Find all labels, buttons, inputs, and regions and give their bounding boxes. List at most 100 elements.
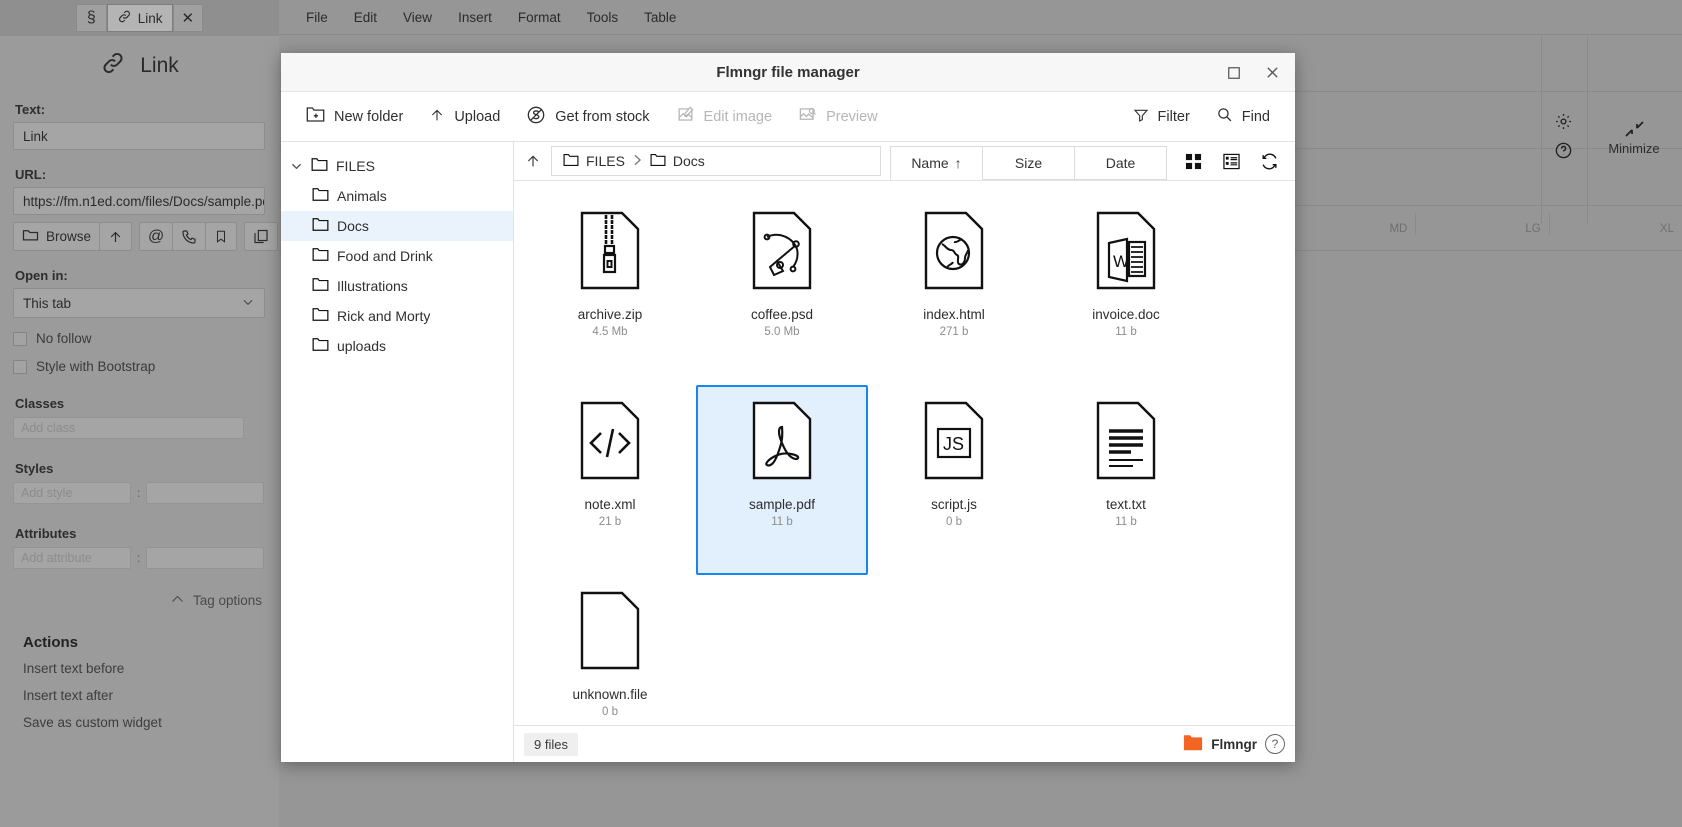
chevron-down-icon[interactable]: [289, 162, 303, 171]
new-folder-label: New folder: [334, 108, 404, 125]
edit-image-label: Edit image: [703, 108, 773, 125]
tree-node-uploads[interactable]: uploads: [281, 331, 513, 361]
phone-icon[interactable]: [172, 222, 207, 251]
link-icon: [117, 9, 132, 27]
get-from-stock-button[interactable]: Get from stock: [515, 98, 660, 136]
menu-insert[interactable]: Insert: [445, 0, 505, 35]
file-size: 271 b: [939, 326, 969, 338]
tree-node-illustrations[interactable]: Illustrations: [281, 271, 513, 301]
up-directory-button[interactable]: [514, 142, 551, 180]
chevron-down-icon: [241, 295, 255, 312]
file-name: script.js: [931, 497, 977, 512]
attribute-value-input[interactable]: [146, 547, 265, 569]
tree-node-rick-and-morty[interactable]: Rick and Morty: [281, 301, 513, 331]
file-item-invoice-doc[interactable]: W invoice.doc 11 b: [1040, 195, 1212, 385]
file-item-script-js[interactable]: JS script.js 0 b: [868, 385, 1040, 575]
tree-node-label: Illustrations: [337, 278, 408, 294]
menu-tools[interactable]: Tools: [574, 0, 632, 35]
tree-node-label: FILES: [336, 158, 375, 174]
folder-tree: FILES Animals Docs Food and Drink Illust…: [281, 142, 514, 762]
tree-node-docs[interactable]: Docs: [281, 211, 513, 241]
style-value-input[interactable]: [146, 482, 265, 504]
browse-button[interactable]: Browse: [13, 222, 101, 251]
sort-ascending-icon: ↑: [954, 155, 962, 171]
copy-icon[interactable]: [244, 222, 279, 251]
file-size: 11 b: [1115, 326, 1137, 338]
folder-icon: [312, 277, 329, 295]
file-size: 21 b: [598, 516, 622, 528]
find-button[interactable]: Find: [1205, 99, 1281, 134]
url-input[interactable]: https://fm.n1ed.com/files/Docs/sample.pd…: [13, 187, 265, 215]
grid-view-icon[interactable]: [1175, 142, 1211, 180]
file-item-unknown-file[interactable]: unknown.file 0 b: [524, 575, 696, 725]
menu-view[interactable]: View: [390, 0, 445, 35]
maximize-icon[interactable]: [1217, 57, 1251, 89]
link-panel-body: Link Text: Link URL: https://fm.n1ed.com…: [0, 50, 279, 730]
browse-group: Browse: [13, 222, 133, 251]
tag-options-toggle[interactable]: Tag options: [13, 593, 266, 608]
action-save-as-custom-widget[interactable]: Save as custom widget: [23, 715, 266, 730]
no-follow-checkbox[interactable]: No follow: [13, 331, 266, 346]
file-item-sample-pdf[interactable]: sample.pdf 11 b: [696, 385, 868, 575]
sort-tab-label: Name: [911, 155, 949, 171]
copy-group: [244, 222, 279, 251]
filter-label: Filter: [1157, 108, 1190, 125]
file-item-archive-zip[interactable]: archive.zip 4.5 Mb: [524, 195, 696, 385]
gear-icon[interactable]: [1554, 112, 1573, 134]
file-manager-titlebar[interactable]: Flmngr file manager: [281, 53, 1295, 92]
file-item-index-html[interactable]: index.html 271 b: [868, 195, 1040, 385]
file-name: unknown.file: [572, 687, 648, 702]
tree-node-food-and-drink[interactable]: Food and Drink: [281, 241, 513, 271]
menu-format[interactable]: Format: [505, 0, 574, 35]
action-insert-text-after[interactable]: Insert text after: [23, 688, 266, 703]
help-icon[interactable]: [1554, 141, 1573, 163]
upload-button[interactable]: Upload: [418, 99, 511, 135]
menu-edit[interactable]: Edit: [341, 0, 390, 35]
close-tab[interactable]: ✕: [172, 4, 204, 32]
breadcrumb-item-docs[interactable]: Docs: [650, 153, 705, 170]
refresh-icon[interactable]: [1251, 142, 1287, 180]
paragraph-tab[interactable]: §: [75, 4, 107, 32]
brand-name: Flmngr: [1211, 736, 1257, 752]
attribute-name-input[interactable]: Add attribute: [13, 547, 131, 569]
menu-table[interactable]: Table: [631, 0, 689, 35]
breadcrumb-label: Docs: [672, 153, 705, 169]
list-view-icon[interactable]: [1213, 142, 1249, 180]
tree-node-files[interactable]: FILES: [281, 151, 513, 181]
text-file-icon: [1096, 401, 1156, 483]
menu-file[interactable]: File: [293, 0, 341, 35]
style-bootstrap-label: Style with Bootstrap: [36, 359, 156, 374]
file-item-note-xml[interactable]: note.xml 21 b: [524, 385, 696, 575]
unknown-file-icon: [580, 591, 640, 673]
classes-input[interactable]: Add class: [13, 417, 244, 439]
minimize-label: Minimize: [1608, 140, 1660, 156]
email-icon[interactable]: @: [139, 222, 174, 251]
sort-tab-date[interactable]: Date: [1074, 146, 1167, 180]
sort-tab-size[interactable]: Size: [982, 146, 1075, 180]
open-in-select[interactable]: This tab: [13, 288, 265, 318]
flmngr-logo-icon: [1183, 734, 1203, 754]
tree-node-animals[interactable]: Animals: [281, 181, 513, 211]
help-icon[interactable]: ?: [1265, 734, 1285, 754]
style-bootstrap-checkbox[interactable]: Style with Bootstrap: [13, 359, 266, 374]
text-input[interactable]: Link: [13, 122, 265, 150]
style-name-input[interactable]: Add style: [13, 482, 131, 504]
minimize-button[interactable]: Minimize: [1587, 35, 1682, 225]
file-size: 4.5 Mb: [592, 326, 628, 338]
upload-icon[interactable]: [99, 222, 133, 251]
file-item-coffee-psd[interactable]: coffee.psd 5.0 Mb: [696, 195, 868, 385]
new-folder-button[interactable]: New folder: [295, 99, 414, 134]
action-insert-text-before[interactable]: Insert text before: [23, 661, 266, 676]
file-manager-toolbar: New folder Upload Get from stock Edit im…: [281, 92, 1295, 142]
xml-file-icon: [580, 401, 640, 483]
sort-tab-name[interactable]: Name ↑: [890, 146, 983, 180]
editor-toolbar-right: Minimize: [1541, 35, 1682, 225]
close-icon[interactable]: [1255, 57, 1289, 89]
filter-button[interactable]: Filter: [1122, 100, 1201, 134]
link-tab[interactable]: Link: [106, 4, 173, 32]
file-manager-dialog: Flmngr file manager New folder Upload Ge…: [281, 53, 1295, 762]
file-item-text-txt[interactable]: text.txt 11 b: [1040, 385, 1212, 575]
breadcrumb: FILES Docs: [551, 146, 881, 176]
bookmark-icon[interactable]: [205, 222, 238, 251]
breadcrumb-item-files[interactable]: FILES: [563, 153, 625, 170]
